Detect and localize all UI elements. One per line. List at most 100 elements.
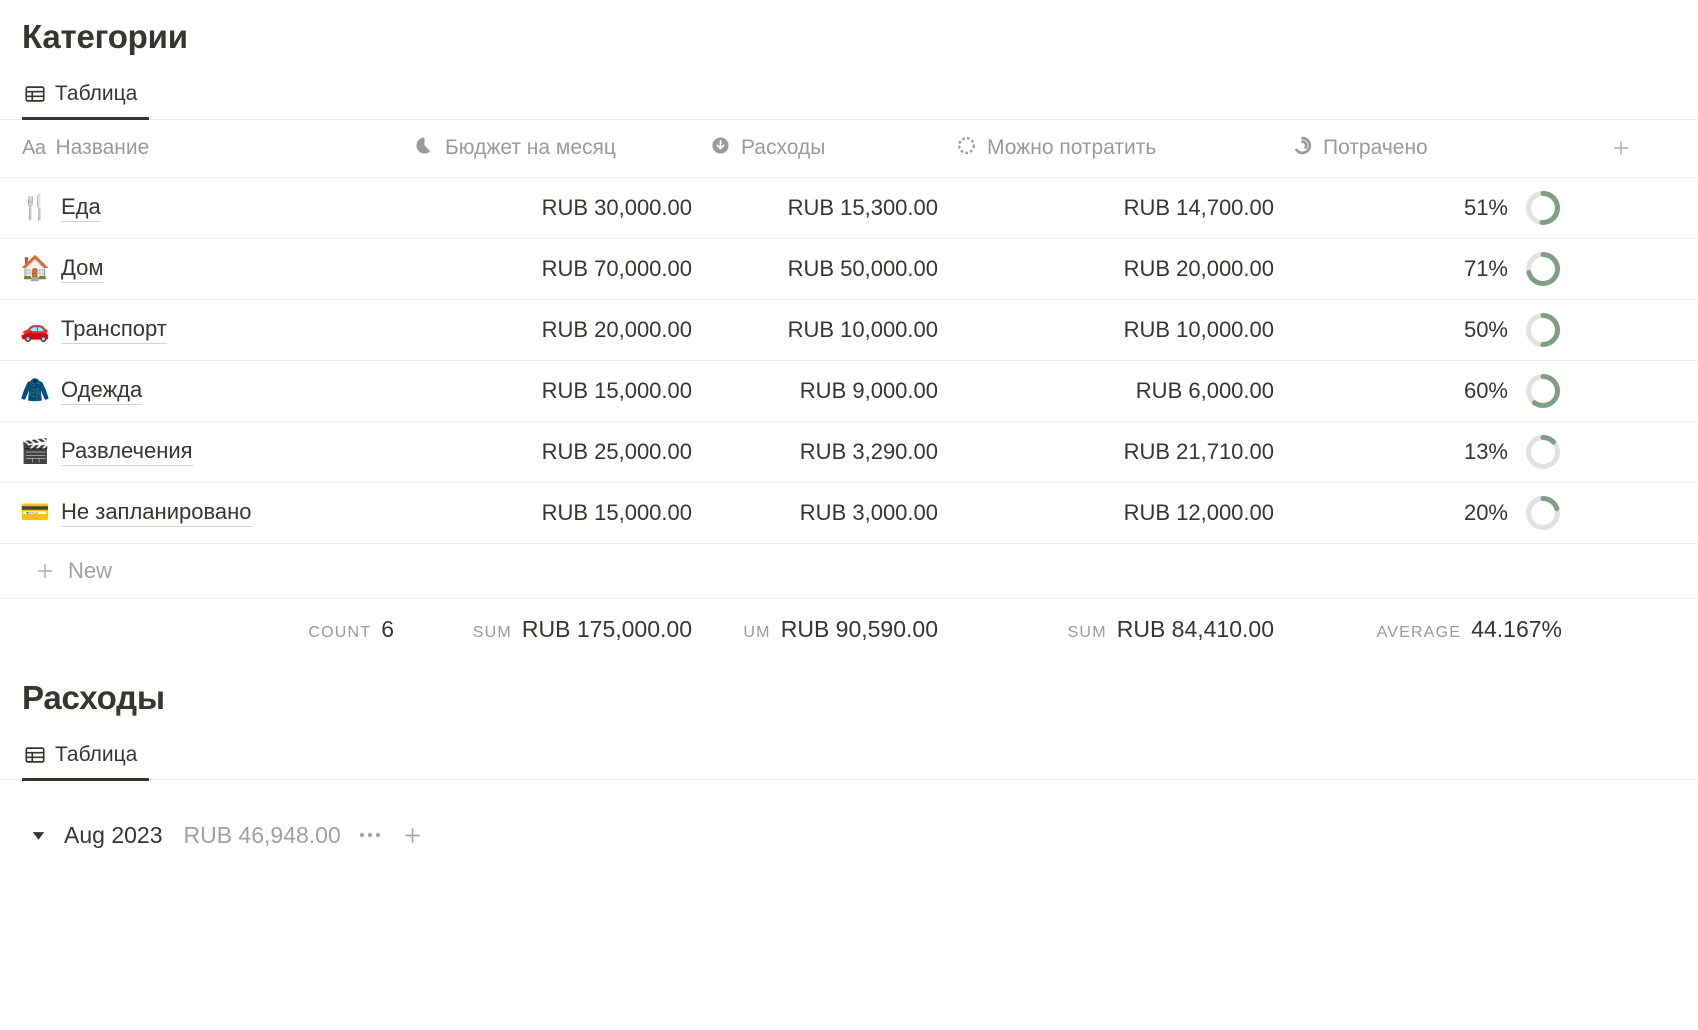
add-column-button[interactable] <box>1580 137 1698 159</box>
row-title-link[interactable]: Еда <box>61 194 101 222</box>
cell-percent[interactable]: 51% <box>1280 189 1580 227</box>
column-header-name[interactable]: Aa Название <box>0 136 402 160</box>
cell-budget[interactable]: RUB 30,000.00 <box>402 195 698 221</box>
column-header-budget[interactable]: Бюджет на месяц <box>402 135 698 162</box>
house-icon: 🏠 <box>22 257 48 281</box>
progress-ring <box>1524 494 1562 532</box>
cell-percent[interactable]: 13% <box>1280 433 1580 471</box>
cell-budget[interactable]: RUB 15,000.00 <box>402 500 698 526</box>
cell-available[interactable]: RUB 10,000.00 <box>944 317 1280 343</box>
chevron-down-icon[interactable] <box>30 827 47 844</box>
cell-budget[interactable]: RUB 20,000.00 <box>402 317 698 343</box>
cell-available[interactable]: RUB 14,700.00 <box>944 195 1280 221</box>
summary-count[interactable]: COUNT 6 <box>0 616 402 643</box>
cell-available[interactable]: RUB 20,000.00 <box>944 256 1280 282</box>
table-body: 🍴ЕдаRUB 30,000.00 RUB 15,300.00 RUB 14,700… <box>0 178 1698 544</box>
view-tabbar-expenses: Таблица <box>0 739 1698 781</box>
column-header-spend[interactable]: Расходы <box>698 135 944 162</box>
row-title-link[interactable]: Не запланировано <box>61 499 252 527</box>
cell-value: RUB 15,000.00 <box>542 378 692 404</box>
column-header-label: Бюджет на месяц <box>445 136 616 160</box>
coat-icon: 🧥 <box>22 379 48 403</box>
cell-value: RUB 3,000.00 <box>800 500 938 526</box>
table-row[interactable]: 🏠 Дом RUB 70,000.00 RUB 50,000.00 RUB 20,000… <box>0 239 1698 300</box>
summary-label: AVERAGE <box>1377 624 1462 642</box>
cell-value: 60% <box>1464 378 1508 404</box>
table-row[interactable]: 💳Не запланированоRUB 15,000.00 RUB 3,000.… <box>0 483 1698 544</box>
column-header-label: Потрачено <box>1323 136 1428 160</box>
cell-budget[interactable]: RUB 15,000.00 <box>402 378 698 404</box>
progress-ring <box>1524 433 1562 471</box>
cell-name[interactable]: 🏠 Дом <box>0 255 402 283</box>
cell-value: RUB 9,000.00 <box>800 378 938 404</box>
cell-value: RUB 14,700.00 <box>1124 195 1274 221</box>
cell-value: RUB 10,000.00 <box>788 317 938 343</box>
cell-name[interactable]: 🚗Транспорт <box>0 316 402 344</box>
table-icon <box>24 744 46 766</box>
summary-label: UM <box>743 624 770 642</box>
cell-name[interactable]: 💳Не запланировано <box>0 499 402 527</box>
cell-budget[interactable]: RUB 70,000.00 <box>402 256 698 282</box>
plus-icon <box>34 560 56 582</box>
cell-name[interactable]: 🍴Еда <box>0 194 402 222</box>
tab-label: Таблица <box>55 743 137 767</box>
more-options-icon[interactable] <box>358 830 384 840</box>
cell-value: RUB 10,000.00 <box>1124 317 1274 343</box>
expense-group-header: Aug 2023 RUB 46,948.00 <box>0 810 1698 860</box>
cell-spend[interactable]: RUB 15,300.00 <box>698 195 944 221</box>
row-title-link[interactable]: Развлечения <box>61 438 193 466</box>
plus-icon <box>401 824 424 847</box>
table-row[interactable]: 🎬Развлечения RUB 25,000.00RUB 3,290.00RUB… <box>0 422 1698 483</box>
cell-percent[interactable]: 60% <box>1280 372 1580 410</box>
summary-budget[interactable]: SUM RUB 175,000.00 <box>402 616 698 643</box>
categories-table: Aa Название Бюджет на месяц <box>0 120 1698 661</box>
cell-available[interactable]: RUB 21,710.00 <box>944 439 1280 465</box>
cell-value: RUB 25,000.00 <box>542 439 692 465</box>
cell-spend[interactable]: RUB 9,000.00 <box>698 378 944 404</box>
text-aa-icon: Aa <box>22 137 45 160</box>
table-row[interactable]: 🍴ЕдаRUB 30,000.00 RUB 15,300.00 RUB 14,700… <box>0 178 1698 239</box>
column-header-available[interactable]: Можно потратить <box>944 135 1280 162</box>
summary-spend[interactable]: UM RUB 90,590.00 <box>698 616 944 643</box>
cell-percent[interactable]: 71% <box>1280 250 1580 288</box>
progress-circle-icon <box>1292 135 1313 162</box>
cell-budget[interactable]: RUB 25,000.00 <box>402 439 698 465</box>
page-title-expenses: Расходы <box>0 661 1698 717</box>
summary-available[interactable]: SUM RUB 84,410.00 <box>944 616 1280 643</box>
row-title-link[interactable]: Дом <box>61 255 104 283</box>
cell-percent[interactable]: 50% <box>1280 311 1580 349</box>
cell-available[interactable]: RUB 12,000.00 <box>944 500 1280 526</box>
row-title-link[interactable]: Транспорт <box>61 316 167 344</box>
tab-label: Таблица <box>55 82 137 106</box>
column-header-label: Название <box>55 136 149 160</box>
cell-spend[interactable]: RUB 10,000.00 <box>698 317 944 343</box>
new-row-button[interactable]: New <box>0 544 1698 599</box>
cell-name[interactable]: 🎬Развлечения <box>0 438 402 466</box>
cell-spend[interactable]: RUB 50,000.00 <box>698 256 944 282</box>
cell-percent[interactable]: 20% <box>1280 494 1580 532</box>
cell-spend[interactable]: RUB 3,000.00 <box>698 500 944 526</box>
view-tabbar-categories: Таблица <box>0 78 1698 120</box>
cell-value: 51% <box>1464 195 1508 221</box>
table-row[interactable]: 🚗Транспорт RUB 20,000.00 RUB 10,000.00 RUB … <box>0 300 1698 361</box>
summary-percent[interactable]: AVERAGE 44.167% <box>1280 616 1580 643</box>
summary-value: RUB 175,000.00 <box>522 616 692 643</box>
cell-value: 13% <box>1464 439 1508 465</box>
dashed-circle-icon <box>956 135 977 162</box>
cell-value: RUB 15,300.00 <box>788 195 938 221</box>
row-title-link[interactable]: Одежда <box>61 377 142 405</box>
cell-available[interactable]: RUB 6,000.00 <box>944 378 1280 404</box>
cell-spend[interactable]: RUB 3,290.00 <box>698 439 944 465</box>
arrow-down-circle-icon <box>710 135 731 162</box>
cell-name[interactable]: 🧥 Одежда <box>0 377 402 405</box>
cell-value: RUB 50,000.00 <box>788 256 938 282</box>
tab-table-categories[interactable]: Таблица <box>22 78 149 120</box>
column-header-percent[interactable]: Потрачено <box>1280 135 1580 162</box>
column-header-label: Можно потратить <box>987 136 1156 160</box>
group-name[interactable]: Aug 2023 <box>64 822 162 849</box>
tab-table-expenses[interactable]: Таблица <box>22 739 149 781</box>
cell-value: RUB 20,000.00 <box>542 317 692 343</box>
table-row[interactable]: 🧥 Одежда RUB 15,000.00 RUB 9,000.00RUB 6,00… <box>0 361 1698 422</box>
cell-value: RUB 20,000.00 <box>1124 256 1274 282</box>
add-expense-button[interactable] <box>401 824 424 847</box>
